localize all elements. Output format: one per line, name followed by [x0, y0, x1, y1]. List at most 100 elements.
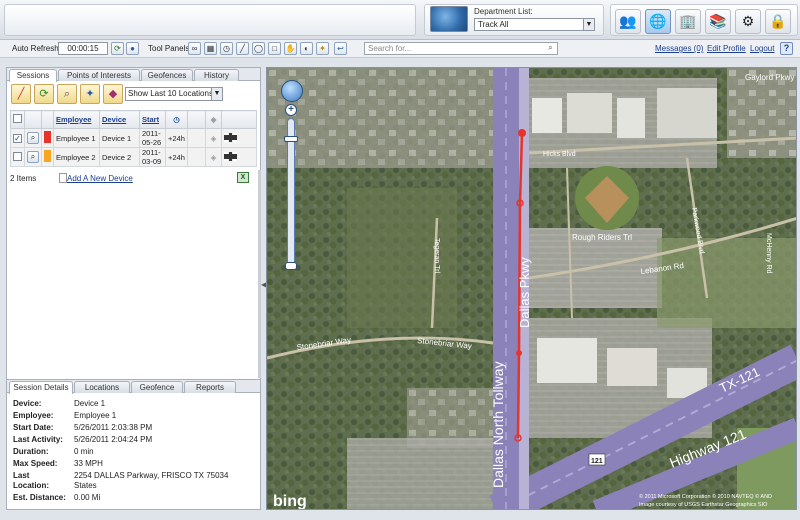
column-device[interactable]: Device: [99, 110, 140, 129]
logout-link[interactable]: Logout: [750, 44, 774, 53]
employee-cell: Employee 2: [53, 147, 100, 167]
zoom-out-icon[interactable]: [285, 262, 297, 270]
tab-sessions[interactable]: Sessions: [9, 69, 57, 82]
label-rough-riders-trl: Rough Riders Trl: [572, 233, 632, 242]
messages-link[interactable]: Messages (0): [655, 44, 703, 53]
row-checkbox[interactable]: [13, 151, 22, 161]
lock-icon[interactable]: 🔒: [765, 9, 791, 34]
search-icon[interactable]: ⌕: [544, 43, 557, 54]
draw-line-icon[interactable]: ╱: [11, 84, 31, 104]
route-121-shield-text: 121: [591, 458, 603, 465]
max-speed-label: Max Speed:: [13, 459, 58, 468]
reports-icon[interactable]: 📚: [705, 9, 731, 34]
excel-export-icon[interactable]: X: [237, 172, 249, 183]
select-tool-icon[interactable]: □: [268, 42, 281, 55]
distance-value: 0.00 Mi: [74, 493, 101, 502]
marker-add-icon[interactable]: ✦: [80, 84, 100, 104]
map-view[interactable]: Dallas North Tollway Dallas Pkwy Stonebr…: [266, 67, 797, 510]
hand-icon[interactable]: ✋: [284, 42, 297, 55]
sessions-table: Employee Device Start ◷ ◈ ✓ ⌕ Employee 1…: [10, 110, 257, 167]
color-swatch: [44, 131, 51, 143]
add-device-link[interactable]: Add A New Device: [67, 174, 133, 183]
column-employee[interactable]: Employee: [53, 110, 100, 129]
building: [617, 98, 645, 138]
building-tool-icon[interactable]: ▦: [204, 42, 217, 55]
refresh-session-icon[interactable]: ⟳: [34, 84, 54, 104]
start-cell: 2011-03-09: [139, 147, 166, 167]
aerial-map[interactable]: Dallas North Tollway Dallas Pkwy Stonebr…: [267, 68, 797, 510]
building: [532, 98, 562, 133]
label-gaylord-pkwy: Gaylord Pkwy: [745, 73, 794, 82]
color-swatch: [44, 150, 51, 162]
select-all-header[interactable]: [10, 110, 25, 129]
select-all-checkbox[interactable]: [13, 114, 22, 123]
eraser-icon[interactable]: ◆: [103, 84, 123, 104]
chevron-down-icon: ▼: [583, 19, 594, 30]
back-arrow-icon[interactable]: ↩: [334, 42, 347, 55]
map-copyright-2: Image courtesy of USGS Earthstar Geograp…: [639, 502, 768, 508]
panel-scrollbar[interactable]: [258, 170, 261, 378]
building-icon[interactable]: 🏢: [675, 9, 701, 34]
playback-icon[interactable]: [224, 132, 237, 142]
device-cell: Device 2: [99, 147, 140, 167]
tab-locations[interactable]: Locations: [74, 381, 130, 393]
route-start-marker[interactable]: [518, 129, 526, 137]
tab-reports[interactable]: Reports: [184, 381, 236, 393]
zoom-slider-handle[interactable]: [284, 136, 298, 142]
zoom-row-icon[interactable]: ⌕: [27, 151, 39, 163]
group-icon[interactable]: 👥: [615, 9, 641, 34]
tab-geofences[interactable]: Geofences: [141, 69, 193, 81]
layers-icon[interactable]: ◐: [300, 42, 313, 55]
globe-icon[interactable]: 🌐: [645, 9, 671, 34]
gear-icon[interactable]: ⚙: [735, 9, 761, 34]
column-start[interactable]: Start: [139, 110, 166, 129]
zoom-session-icon[interactable]: ⌕: [57, 84, 77, 104]
start-cell: 2011-05-26: [139, 128, 166, 148]
auto-refresh-input[interactable]: 00:00:15: [58, 42, 108, 55]
label-dallas-pkwy: Dallas Pkwy: [517, 257, 532, 328]
clock-column-icon: ◷: [165, 110, 188, 129]
device-label: Device:: [13, 399, 42, 408]
table-row[interactable]: ✓ ⌕ Employee 1 Device 1 2011-05-26 +24h …: [10, 128, 257, 148]
globe-refresh-icon[interactable]: ●: [126, 42, 139, 55]
circle-tool-icon[interactable]: ◯: [252, 42, 265, 55]
diamond-icon: ◈: [205, 147, 222, 167]
tab-points-of-interest[interactable]: Points of Interests: [58, 69, 140, 81]
refresh-icon[interactable]: ⟳: [111, 42, 124, 55]
map-pan-globe-icon[interactable]: [281, 80, 303, 102]
table-row[interactable]: ⌕ Employee 2 Device 2 2011-03-09 +24h ◈: [10, 147, 257, 167]
table-header-row: Employee Device Start ◷ ◈: [10, 110, 257, 129]
diamond-icon: ◈: [205, 128, 222, 148]
binoculars-icon[interactable]: ∞: [188, 42, 201, 55]
show-locations-select[interactable]: Show Last 10 Locations ▼: [125, 87, 223, 101]
search-input[interactable]: Search for...: [364, 42, 558, 55]
tab-history[interactable]: History: [194, 69, 239, 81]
marker-tool-icon[interactable]: ✦: [316, 42, 329, 55]
zoom-row-icon[interactable]: ⌕: [27, 132, 39, 144]
ruler-icon[interactable]: ╱: [236, 42, 249, 55]
bing-logo: bing: [273, 493, 307, 510]
route-point-marker[interactable]: [516, 350, 522, 356]
detail-tab-bar: Session Details Locations Geofence Repor…: [7, 380, 260, 394]
tab-geofence[interactable]: Geofence: [131, 381, 183, 393]
building: [657, 88, 717, 138]
edit-profile-link[interactable]: Edit Profile: [707, 44, 746, 53]
items-count: 2 Items: [10, 174, 37, 183]
building: [607, 348, 657, 386]
help-icon[interactable]: ?: [780, 42, 793, 55]
playback-icon[interactable]: [224, 151, 237, 161]
department-select[interactable]: Track All ▼: [474, 18, 595, 31]
session-details-panel: Session Details Locations Geofence Repor…: [6, 379, 261, 510]
zoom-in-icon[interactable]: +: [285, 104, 297, 116]
tab-session-details[interactable]: Session Details: [9, 381, 73, 394]
session-tool-row: ╱ ⟳ ⌕ ✦ ◆ Show Last 10 Locations ▼: [9, 84, 259, 106]
main-icon-bar: 👥 🌐 🏢 📚 ⚙ 🔒: [610, 4, 798, 36]
row-checkbox[interactable]: ✓: [13, 133, 22, 143]
world-map-icon: [430, 6, 468, 32]
last-location-value-2: States: [74, 481, 97, 490]
tool-panels-label: Tool Panels:: [148, 44, 192, 53]
clock-tool-icon[interactable]: ◷: [220, 42, 233, 55]
residential-area: [267, 68, 497, 168]
max-speed-value: 33 MPH: [74, 459, 103, 468]
start-date-value: 5/26/2011 2:03:38 PM: [74, 423, 153, 432]
